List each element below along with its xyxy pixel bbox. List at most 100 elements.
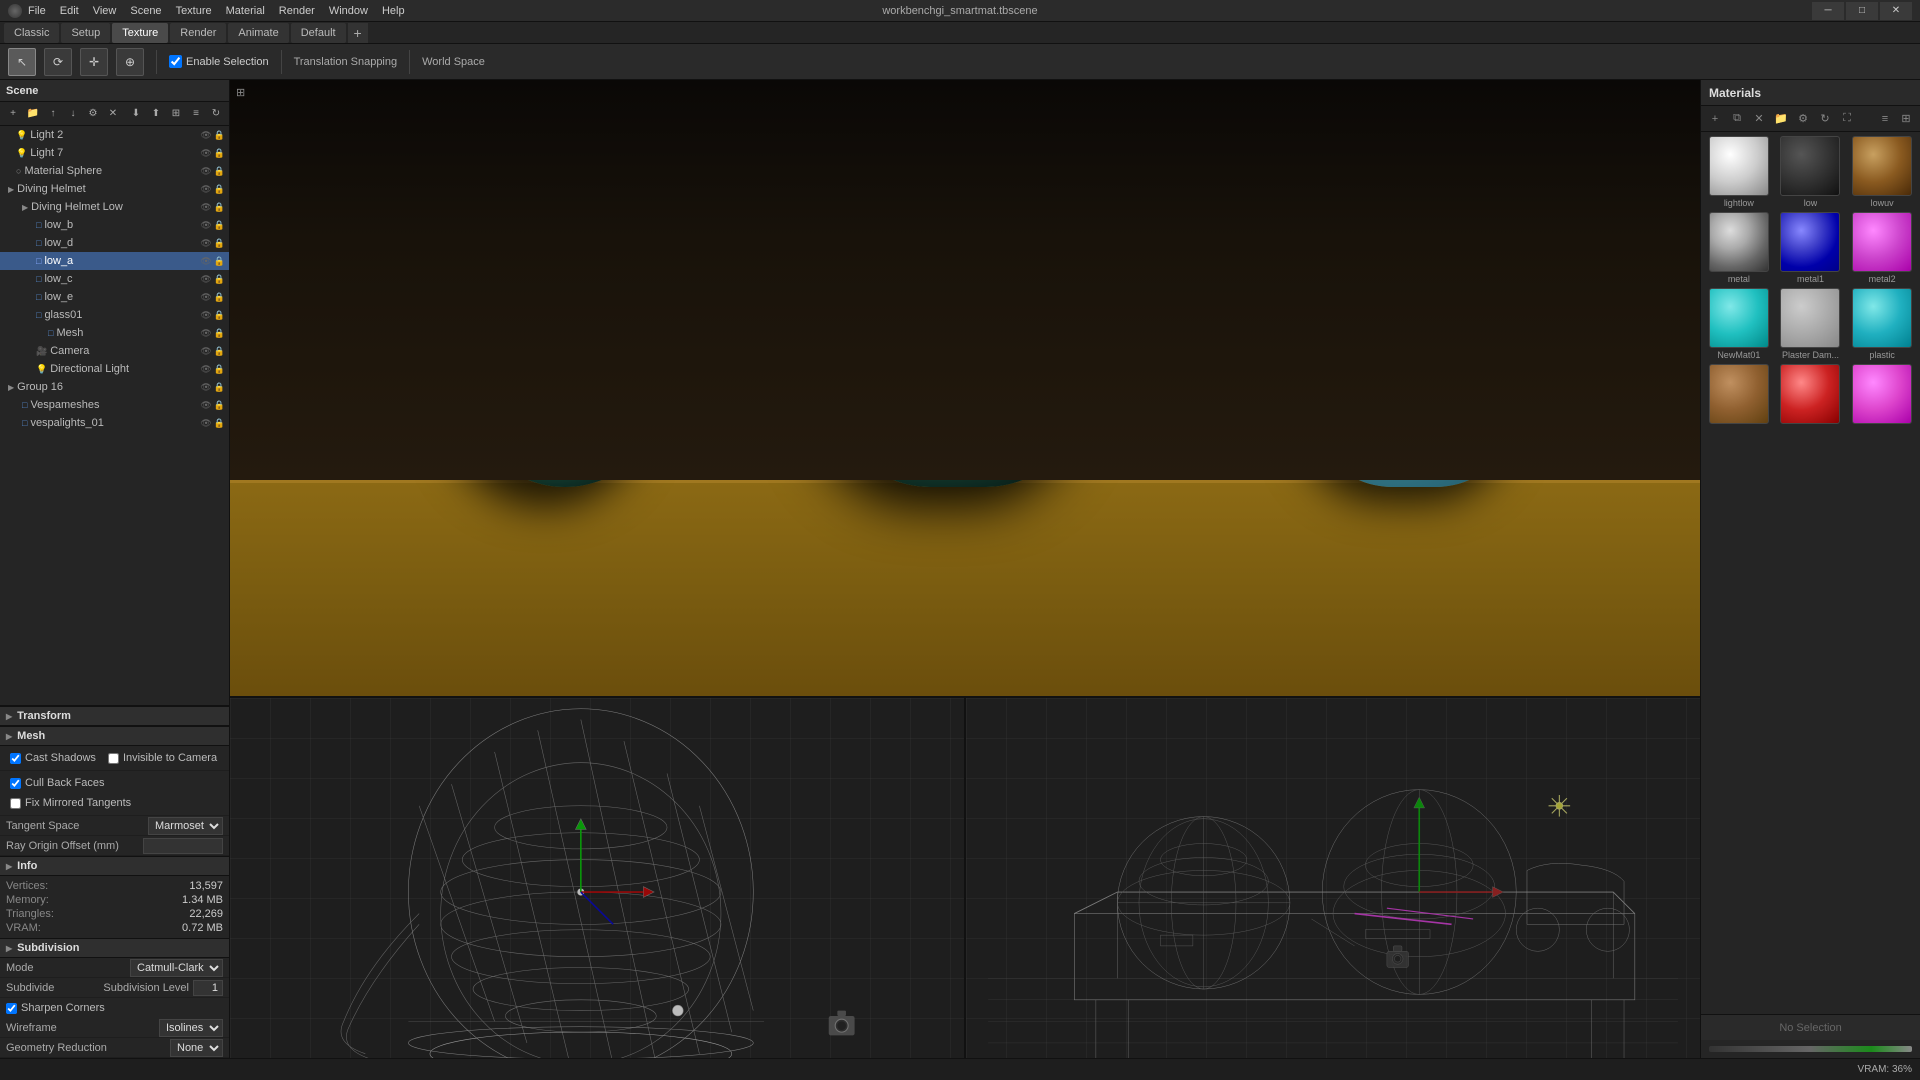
mat-item-brown2[interactable] bbox=[1705, 364, 1773, 426]
mat-import-button[interactable]: 📁 bbox=[1771, 109, 1791, 129]
mat-item-plaster[interactable]: Plaster Dam... bbox=[1777, 288, 1845, 360]
menu-window[interactable]: Window bbox=[329, 5, 368, 17]
scene-down-button[interactable]: ↓ bbox=[64, 105, 82, 123]
tree-item-vespalights[interactable]: □ vespalights_01 👁🔒 bbox=[0, 414, 229, 432]
tree-item-vespameshes[interactable]: □ Vespameshes 👁🔒 bbox=[0, 396, 229, 414]
mat-item-low[interactable]: low bbox=[1777, 136, 1845, 208]
mat-sort-button[interactable]: ≡ bbox=[1875, 109, 1895, 129]
menu-view[interactable]: View bbox=[93, 5, 117, 17]
tab-texture[interactable]: Texture bbox=[112, 23, 168, 43]
mode-select[interactable]: Catmull-Clark bbox=[130, 959, 223, 977]
close-button[interactable]: ✕ bbox=[1880, 2, 1912, 20]
tree-item-diving-helmet[interactable]: ▶ Diving Helmet 👁🔒 bbox=[0, 180, 229, 198]
orbit-tool[interactable]: ⊕ bbox=[116, 48, 144, 76]
mat-expand-button[interactable]: ⛶ bbox=[1837, 109, 1857, 129]
mat-item-lowuv[interactable]: lowuv bbox=[1848, 136, 1916, 208]
fix-mirrored-tangents-check[interactable]: Fix Mirrored Tangents bbox=[4, 793, 137, 813]
tangent-space-label: Tangent Space bbox=[6, 820, 148, 832]
tangent-space-select[interactable]: Marmoset bbox=[148, 817, 223, 835]
wireframe-select[interactable]: Isolines bbox=[159, 1019, 223, 1037]
mat-item-metal2[interactable]: metal2 bbox=[1848, 212, 1916, 284]
mat-item-purple[interactable] bbox=[1848, 364, 1916, 426]
menu-material[interactable]: Material bbox=[226, 5, 265, 17]
scene-list-button[interactable]: ≡ bbox=[187, 105, 205, 123]
geometry-reduction-select[interactable]: None bbox=[170, 1039, 223, 1057]
menu-render[interactable]: Render bbox=[279, 5, 315, 17]
scene-settings-button[interactable]: ⚙ bbox=[84, 105, 102, 123]
tab-classic[interactable]: Classic bbox=[4, 23, 59, 43]
tree-item-light2[interactable]: 💡 Light 2 👁🔒 bbox=[0, 126, 229, 144]
menu-scene[interactable]: Scene bbox=[130, 5, 161, 17]
minimize-button[interactable]: ─ bbox=[1812, 2, 1844, 20]
mat-refresh-button[interactable]: ↻ bbox=[1815, 109, 1835, 129]
maximize-button[interactable]: □ bbox=[1846, 2, 1878, 20]
tree-item-low-e[interactable]: □ low_e 👁🔒 bbox=[0, 288, 229, 306]
scene-delete-button[interactable]: ✕ bbox=[104, 105, 122, 123]
cull-back-faces-check[interactable]: Cull Back Faces bbox=[4, 773, 110, 793]
vram-label: VRAM: bbox=[6, 922, 114, 934]
tree-item-low-d[interactable]: □ low_d 👁🔒 bbox=[0, 234, 229, 252]
scene-grid-button[interactable]: ⊞ bbox=[167, 105, 185, 123]
enable-selection-check[interactable] bbox=[169, 55, 182, 68]
tree-item-glass01[interactable]: □ glass01 👁🔒 bbox=[0, 306, 229, 324]
menu-file[interactable]: File bbox=[28, 5, 46, 17]
tab-bar: Classic Setup Texture Render Animate Def… bbox=[0, 22, 1920, 44]
subdivision-section-header[interactable]: Subdivision bbox=[0, 938, 229, 958]
tab-render[interactable]: Render bbox=[170, 23, 226, 43]
tree-item-material-sphere[interactable]: ○ Material Sphere 👁🔒 bbox=[0, 162, 229, 180]
mat-item-red[interactable] bbox=[1777, 364, 1845, 426]
tree-item-low-b[interactable]: □ low_b 👁🔒 bbox=[0, 216, 229, 234]
materials-title: Materials bbox=[1709, 86, 1761, 100]
tree-item-low-c[interactable]: □ low_c 👁🔒 bbox=[0, 270, 229, 288]
main-viewport-canvas: ⊞ bbox=[230, 80, 1700, 696]
tree-item-low-a[interactable]: □ low_a 👁🔒 bbox=[0, 252, 229, 270]
invisible-to-camera-check[interactable]: Invisible to Camera bbox=[102, 748, 223, 768]
info-section-header[interactable]: Info bbox=[0, 856, 229, 876]
select-tool[interactable]: ↖ bbox=[8, 48, 36, 76]
menu-help[interactable]: Help bbox=[382, 5, 405, 17]
mat-item-metal[interactable]: metal bbox=[1705, 212, 1773, 284]
cast-shadows-check[interactable]: Cast Shadows bbox=[4, 748, 102, 768]
scene-export-button[interactable]: ⬆ bbox=[147, 105, 165, 123]
tree-item-diving-helmet-low[interactable]: ▶ Diving Helmet Low 👁🔒 bbox=[0, 198, 229, 216]
ray-origin-offset-input[interactable]: 0.0 bbox=[143, 838, 223, 854]
tree-item-directional-light[interactable]: 💡 Directional Light 👁🔒 bbox=[0, 360, 229, 378]
translate-tool[interactable]: ✛ bbox=[80, 48, 108, 76]
menu-texture[interactable]: Texture bbox=[176, 5, 212, 17]
tab-animate[interactable]: Animate bbox=[228, 23, 288, 43]
left-viewport[interactable]: ⚙ + ⛶ ✕ Left Untextured bbox=[230, 698, 966, 1058]
vertices-label: Vertices: bbox=[6, 880, 114, 892]
perspective-viewport[interactable]: ⚙ + ⛶ ✕ Perspective Untextured bbox=[966, 698, 1700, 1058]
main-viewport[interactable]: ⚙ + ⛶ ✕ 🎥 Smart Shot Full Quality bbox=[230, 80, 1700, 698]
subdivision-level-input[interactable] bbox=[193, 980, 223, 996]
scene-add-button[interactable]: + bbox=[4, 105, 22, 123]
rotate-tool[interactable]: ⟳ bbox=[44, 48, 72, 76]
mat-duplicate-button[interactable]: ⧉ bbox=[1727, 109, 1747, 129]
mat-settings-button[interactable]: ⚙ bbox=[1793, 109, 1813, 129]
sharpen-corners-check[interactable]: Sharpen Corners bbox=[0, 998, 229, 1018]
scene-import-button[interactable]: ⬇ bbox=[127, 105, 145, 123]
scene-folder-button[interactable]: 📁 bbox=[24, 105, 42, 123]
mesh-section-header[interactable]: Mesh bbox=[0, 726, 229, 746]
material-color-bar[interactable] bbox=[1709, 1046, 1912, 1052]
mat-item-plastic[interactable]: plastic bbox=[1848, 288, 1916, 360]
tree-item-mesh[interactable]: □ Mesh 👁🔒 bbox=[0, 324, 229, 342]
tab-default[interactable]: Default bbox=[291, 23, 346, 43]
tab-setup[interactable]: Setup bbox=[61, 23, 110, 43]
mat-delete-button[interactable]: ✕ bbox=[1749, 109, 1769, 129]
mat-add-button[interactable]: + bbox=[1705, 109, 1725, 129]
tree-item-camera[interactable]: 🎥 Camera 👁🔒 bbox=[0, 342, 229, 360]
tree-item-light7[interactable]: 💡 Light 7 👁🔒 bbox=[0, 144, 229, 162]
mat-view-button[interactable]: ⊞ bbox=[1896, 109, 1916, 129]
scene-up-button[interactable]: ↑ bbox=[44, 105, 62, 123]
menu-edit[interactable]: Edit bbox=[60, 5, 79, 17]
transform-section-header[interactable]: Transform bbox=[0, 706, 229, 726]
enable-selection-checkbox[interactable]: Enable Selection bbox=[169, 55, 269, 68]
mat-item-newmat01[interactable]: NewMat01 bbox=[1705, 288, 1773, 360]
window-controls: ─ □ ✕ bbox=[1812, 2, 1912, 20]
tab-add-button[interactable]: + bbox=[348, 23, 368, 43]
scene-refresh-button[interactable]: ↻ bbox=[207, 105, 225, 123]
mat-item-lightlow[interactable]: lightlow bbox=[1705, 136, 1773, 208]
mat-item-metal1[interactable]: metal1 bbox=[1777, 212, 1845, 284]
tree-item-group16[interactable]: ▶ Group 16 👁🔒 bbox=[0, 378, 229, 396]
